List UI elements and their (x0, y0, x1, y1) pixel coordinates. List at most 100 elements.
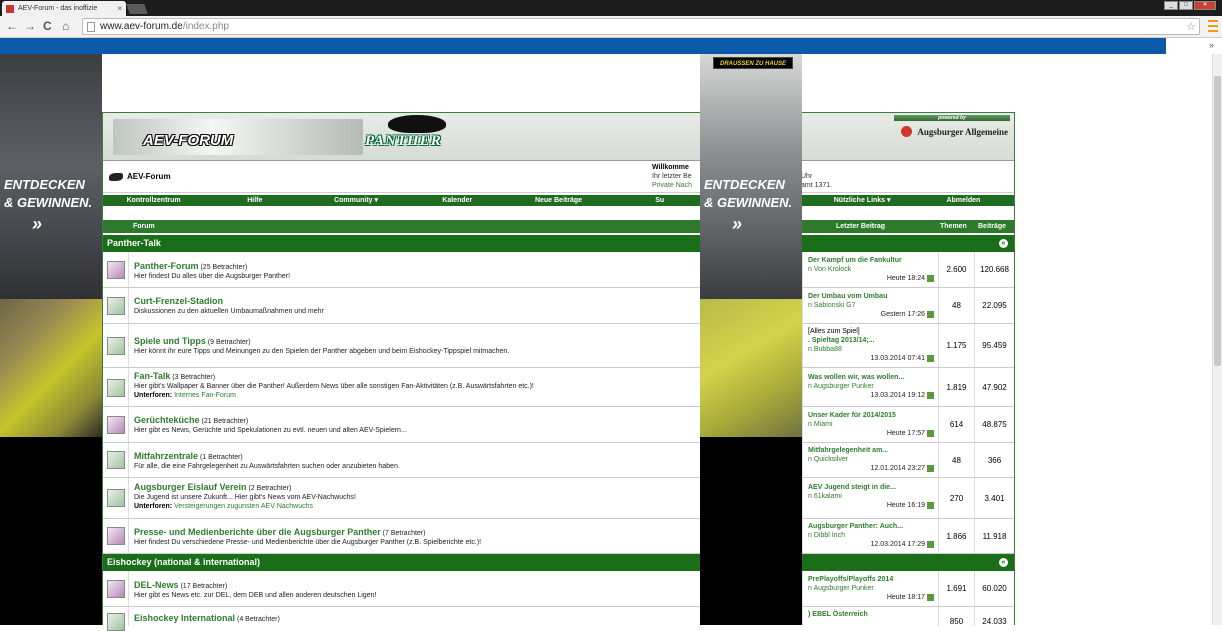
back-button[interactable]: ← (6, 19, 18, 33)
address-bar[interactable]: www.aev-forum.de/index.php ☆ (82, 18, 1200, 35)
nav-neue-beitraege[interactable]: Neue Beiträge (508, 195, 609, 206)
last-post-author[interactable]: n 61kalami (808, 492, 938, 501)
last-post-title[interactable]: Augsburger Panther: Auch... (808, 522, 938, 531)
last-post: AEV Jugend steigt in die... n 61kalami H… (802, 478, 938, 518)
forum-title[interactable]: DEL-News (134, 580, 179, 590)
post-count: 24.033 (974, 607, 1014, 626)
goto-last-post-icon[interactable] (927, 464, 934, 472)
last-post-title[interactable]: Der Kampf um die Fankultur (808, 256, 938, 265)
subforum-link[interactable]: Versteigerungen zugunsten AEV Nachwuchs (174, 503, 313, 510)
forum-icon (107, 613, 125, 631)
last-post-date: 12.03.2014 17:29 (870, 541, 926, 548)
last-post-author[interactable]: n Miami (808, 420, 938, 429)
nav-kalender[interactable]: Kalender (407, 195, 508, 206)
last-post-author[interactable]: n Quicksilver (808, 455, 938, 464)
left-advertisement[interactable]: ENTDECKEN & GEWINNEN. » (0, 54, 102, 625)
last-post-title[interactable]: ) EBEL Österreich (808, 610, 938, 619)
tab-close-icon[interactable]: × (117, 4, 122, 13)
nav-abmelden[interactable]: Abmelden (913, 195, 1014, 206)
last-post-title[interactable]: Was wollen wir, was wollen... (808, 373, 938, 382)
close-window-button[interactable]: ✕ (1194, 1, 1216, 10)
bookmarks-overflow-icon[interactable]: » (1209, 40, 1214, 50)
tab-bar: AEV-Forum - das inoffizie × _ □ ✕ (0, 0, 1222, 16)
last-post-title[interactable]: . Spieltag 2013/14;... (808, 336, 938, 345)
ad-arrow-icon: » (32, 214, 43, 234)
reload-button[interactable]: C (43, 19, 52, 33)
forum-title[interactable]: Presse- und Medienberichte über die Augs… (134, 527, 381, 537)
last-post: Der Umbau vom Umbau n Sabionski G7 Geste… (802, 288, 938, 323)
sponsor-logo[interactable]: Augsburger Allgemeine (901, 126, 1008, 137)
right-advertisement[interactable]: DRAUSSEN ZU HAUSE ENTDECKEN & GEWINNEN. … (700, 54, 802, 625)
home-button[interactable]: ⌂ (62, 19, 69, 33)
forum-info: DEL-News (17 Betrachter) Hier gibt es Ne… (134, 581, 724, 600)
nav-suche[interactable]: Su (609, 195, 710, 206)
maximize-button[interactable]: □ (1179, 1, 1193, 10)
subforum-link[interactable]: Internes Fan-Forum (174, 392, 236, 399)
menu-icon[interactable] (1208, 20, 1218, 32)
goto-last-post-icon[interactable] (927, 501, 934, 509)
forum-desc: Hier findest Du alles über die Augsburge… (134, 273, 291, 280)
forum-viewers: (2 Betrachter) (248, 485, 292, 492)
thread-count: 850 (938, 607, 974, 626)
forum-icon (107, 451, 125, 469)
forum-row: Augsburger Eislauf Verein (2 Betrachter)… (103, 478, 1014, 519)
last-post-title[interactable]: PrePlayoffs/Playoffs 2014 (808, 575, 938, 584)
browser-tab[interactable]: AEV-Forum - das inoffizie × (2, 1, 126, 16)
last-post-author[interactable]: n Sabionski G7 (808, 301, 938, 310)
last-post-title[interactable]: AEV Jugend steigt in die... (808, 483, 938, 492)
goto-last-post-icon[interactable] (927, 274, 934, 282)
private-messages-link[interactable]: Private Nach (652, 182, 692, 189)
forum-title[interactable]: Gerüchteküche (134, 415, 200, 425)
forward-button[interactable]: → (24, 19, 36, 33)
minimize-button[interactable]: _ (1164, 1, 1178, 10)
breadcrumb: AEV-Forum Willkomme Ihr letzter Be Priva… (103, 161, 1014, 193)
last-post-title[interactable]: Mitfahrgelegenheit am... (808, 446, 938, 455)
last-post-author[interactable]: n Bubba88 (808, 345, 938, 354)
category-eishockey[interactable]: Eishockey (national & international) « (103, 554, 1014, 571)
forum-title[interactable]: Fan-Talk (134, 371, 170, 381)
goto-last-post-icon[interactable] (927, 593, 934, 601)
nav-community[interactable]: Community ▾ (305, 195, 406, 206)
bookmark-star-icon[interactable]: ☆ (1186, 20, 1196, 33)
forum-title[interactable]: Spiele und Tipps (134, 336, 206, 346)
scrollbar-thumb[interactable] (1214, 76, 1221, 366)
post-count: 48.875 (974, 407, 1014, 442)
collapse-icon[interactable]: « (999, 239, 1008, 248)
forum-title[interactable]: Curt-Frenzel-Stadion (134, 296, 223, 306)
forum-title[interactable]: Eishockey International (134, 613, 235, 623)
post-count: 3.401 (974, 478, 1014, 518)
last-post-author[interactable]: n Von Krolock (808, 265, 938, 274)
last-post-date: Gestern 17:26 (880, 311, 925, 318)
last-post-title[interactable]: Der Umbau vom Umbau (808, 292, 938, 301)
page-scrollbar[interactable] (1212, 54, 1222, 625)
goto-last-post-icon[interactable] (927, 354, 934, 362)
goto-last-post-icon[interactable] (927, 310, 934, 318)
last-post-author[interactable]: n Augsburger Punker (808, 584, 938, 593)
last-post-author[interactable]: n Augsburger Punker (808, 382, 938, 391)
last-post-date: 12.01.2014 23:27 (870, 465, 926, 472)
forum-title[interactable]: Augsburger Eislauf Verein (134, 482, 247, 492)
thread-count: 48 (938, 443, 974, 477)
forum-icon-cell (103, 443, 129, 477)
category-panther-talk[interactable]: Panther-Talk « (103, 235, 1014, 252)
nav-kontrollzentrum[interactable]: Kontrollzentrum (103, 195, 204, 206)
last-post-title[interactable]: Unser Kader für 2014/2015 (808, 411, 938, 420)
goto-last-post-icon[interactable] (927, 391, 934, 399)
forum-desc: Hier findest Du verschiedene Presse- und… (134, 539, 482, 546)
new-tab-button[interactable] (126, 4, 148, 14)
goto-last-post-icon[interactable] (927, 540, 934, 548)
forum-icon (107, 489, 125, 507)
forum-row: Presse- und Medienberichte über die Augs… (103, 519, 1014, 554)
forum-row: Gerüchteküche (21 Betrachter) Hier gibt … (103, 407, 1014, 443)
collapse-icon[interactable]: « (999, 558, 1008, 567)
last-post: Was wollen wir, was wollen... n Augsburg… (802, 368, 938, 406)
welcome-time: Uhr (801, 173, 813, 180)
last-post: Augsburger Panther: Auch... n Dibbl Inch… (802, 519, 938, 553)
last-post-author[interactable]: n Dibbl Inch (808, 531, 938, 540)
forum-title[interactable]: Panther-Forum (134, 261, 199, 271)
nav-hilfe[interactable]: Hilfe (204, 195, 305, 206)
goto-last-post-icon[interactable] (927, 429, 934, 437)
nav-nuetzliche-links[interactable]: Nützliche Links ▾ (812, 195, 913, 206)
breadcrumb-home[interactable]: AEV-Forum (109, 172, 171, 181)
forum-title[interactable]: Mitfahrzentrale (134, 451, 198, 461)
